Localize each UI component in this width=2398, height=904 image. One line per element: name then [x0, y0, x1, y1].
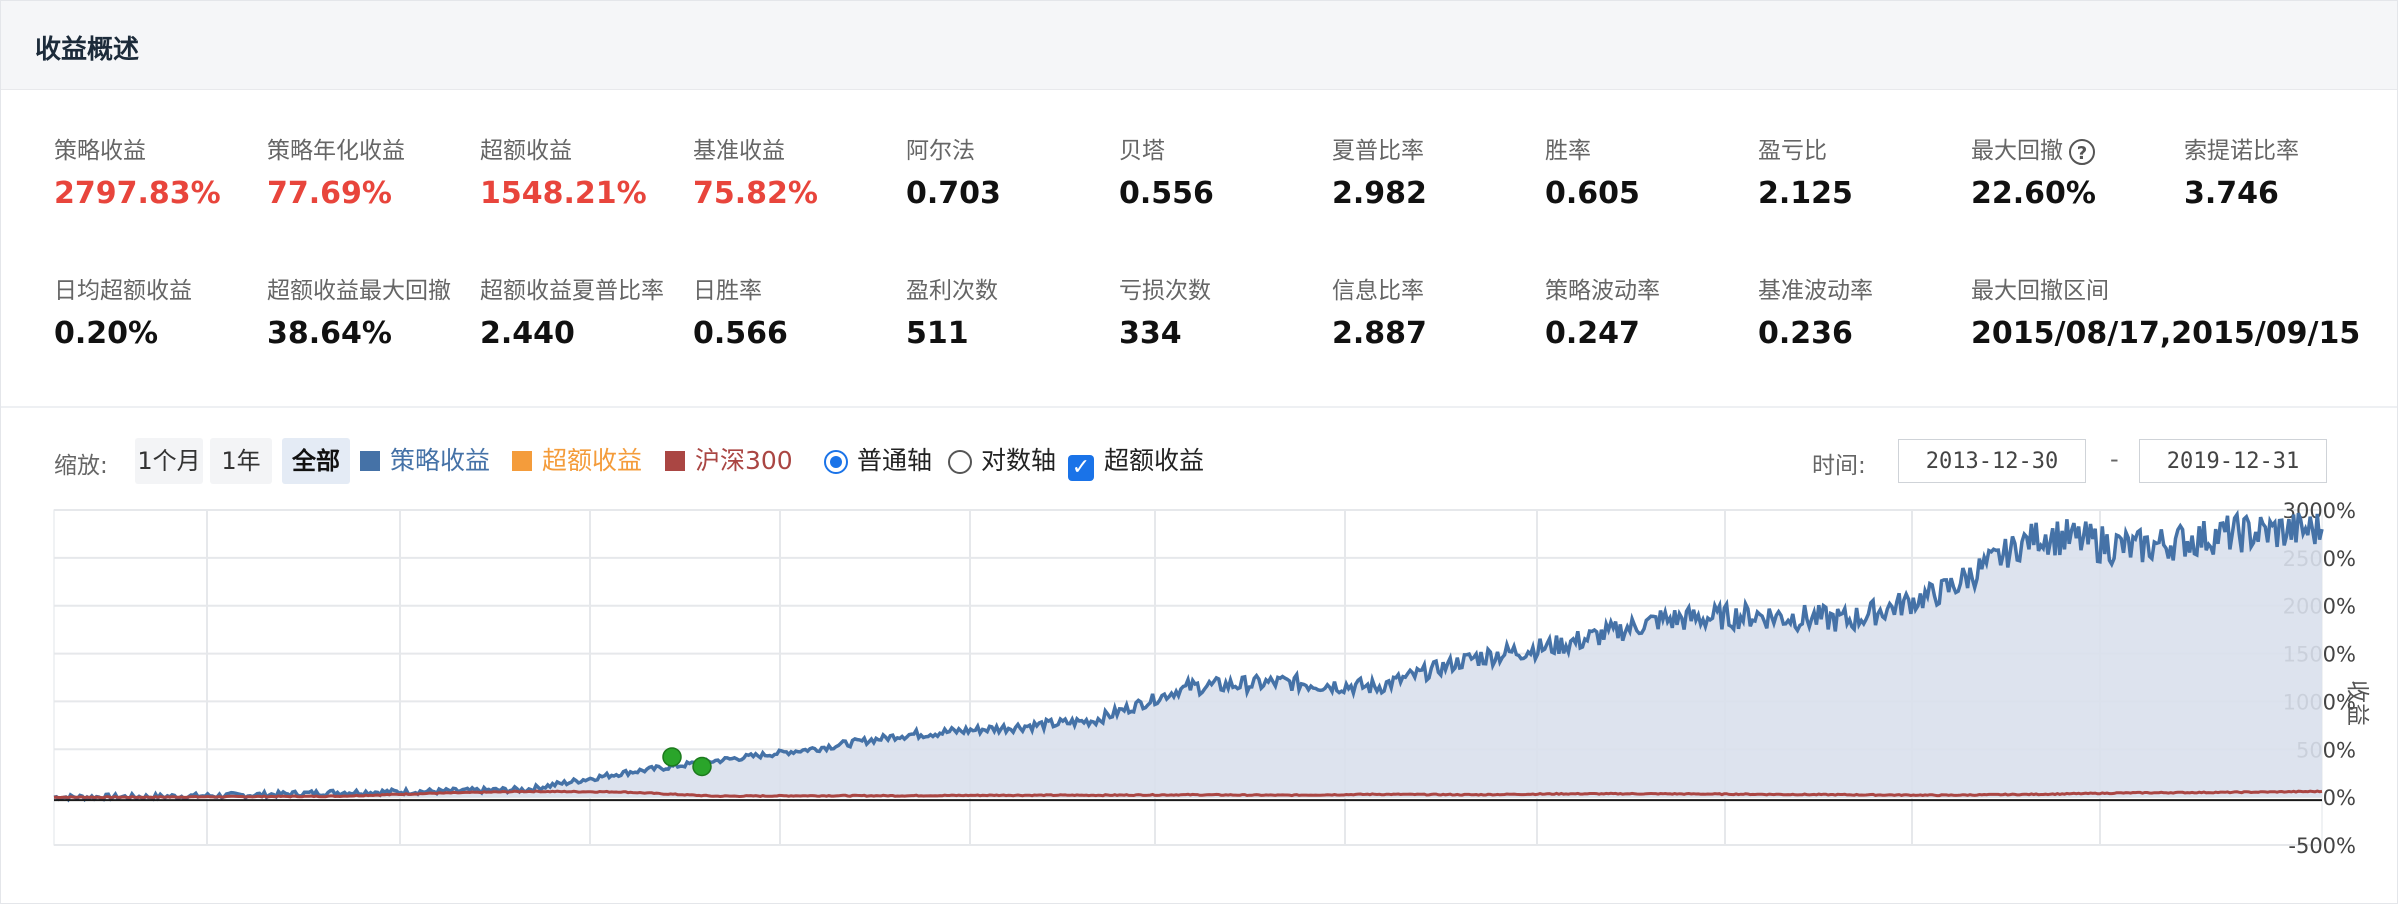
checkbox-check-icon: ✓	[1068, 455, 1094, 481]
metric-label-text: 夏普比率	[1332, 138, 1424, 164]
zoom-label: 缩放:	[54, 453, 108, 479]
zoom-1year-button[interactable]: 1年	[210, 438, 272, 484]
metric-value: 0.703	[906, 176, 1001, 211]
metric-label-text: 基准收益	[693, 138, 785, 164]
metric-label: 策略年化收益	[267, 131, 405, 165]
metric-label-text: 超额收益	[480, 138, 572, 164]
metric-label-text: 最大回撤区间	[1971, 278, 2109, 304]
metric-value: 0.556	[1119, 176, 1214, 211]
metric-label-text: 亏损次数	[1119, 278, 1211, 304]
metric-value: 0.20%	[54, 316, 159, 351]
metric-label: 策略波动率	[1545, 271, 1660, 305]
y-tick-label: -500%	[2288, 834, 2356, 858]
radio-log-circle	[948, 450, 972, 474]
radio-log-axis[interactable]: 对数轴	[948, 444, 1056, 478]
metric-label-text: 信息比率	[1332, 278, 1424, 304]
zoom-1month-button[interactable]: 1个月	[135, 438, 203, 484]
metric-value: 38.64%	[267, 316, 392, 351]
radio-log-label: 对数轴	[981, 446, 1057, 475]
metric-value: 0.566	[693, 316, 788, 351]
metric-label: 日均超额收益	[54, 271, 192, 305]
radio-linear-axis[interactable]: 普通轴	[824, 444, 932, 478]
metric-label: 基准收益	[693, 131, 785, 165]
metric-label-text: 最大回撤	[1971, 138, 2063, 164]
metric-label-text: 胜率	[1545, 138, 1591, 164]
y-axis-label: 收益	[2344, 680, 2370, 726]
metric-value: 2.982	[1332, 176, 1427, 211]
metric-label: 胜率	[1545, 131, 1591, 165]
question-circle-icon[interactable]: ?	[2069, 138, 2095, 165]
metric-value: 0.236	[1758, 316, 1853, 351]
legend-swatch-excess	[512, 451, 532, 471]
metric-label-text: 日胜率	[693, 278, 762, 304]
trade-marker[interactable]	[662, 747, 682, 767]
metric-label: 阿尔法	[906, 131, 975, 165]
metric-label: 最大回撤?	[1971, 131, 2095, 165]
metric-value: 0.605	[1545, 176, 1640, 211]
metric-value: 77.69%	[267, 176, 392, 211]
metric-label-text: 策略收益	[54, 138, 146, 164]
metric-label: 夏普比率	[1332, 131, 1424, 165]
metric-label-text: 策略波动率	[1545, 278, 1660, 304]
metric-label: 策略收益	[54, 131, 146, 165]
legend-excess[interactable]: 超额收益	[512, 444, 642, 478]
metric-label-text: 阿尔法	[906, 138, 975, 164]
legend-label-excess: 超额收益	[542, 446, 643, 475]
metric-label: 日胜率	[693, 271, 762, 305]
metric-value: 1548.21%	[480, 176, 647, 211]
end-date-input[interactable]: 2019-12-31	[2139, 439, 2327, 483]
metric-value: 334	[1119, 316, 1182, 351]
metric-value: 0.247	[1545, 316, 1640, 351]
time-label: 时间:	[1812, 453, 1866, 479]
start-date-input[interactable]: 2013-12-30	[1898, 439, 2086, 483]
metric-label-text: 索提诺比率	[2184, 138, 2299, 164]
legend-label-hs300: 沪深300	[695, 446, 793, 475]
metric-label: 超额收益	[480, 131, 572, 165]
legend-strategy[interactable]: 策略收益	[360, 444, 490, 478]
metric-label-text: 策略年化收益	[267, 138, 405, 164]
y-tick-label: 0%	[2323, 786, 2356, 810]
radio-linear-label: 普通轴	[857, 446, 933, 475]
metric-label: 最大回撤区间	[1971, 271, 2109, 305]
metric-value: 75.82%	[693, 176, 818, 211]
metric-label-text: 超额收益夏普比率	[480, 278, 664, 304]
panel-header: 收益概述	[1, 1, 2397, 90]
trade-marker[interactable]	[692, 756, 712, 777]
date-separator: -	[2110, 445, 2119, 473]
section-divider	[1, 406, 2397, 408]
metric-value: 2015/08/17,2015/09/15	[1971, 316, 2361, 351]
metric-value: 2.125	[1758, 176, 1853, 211]
radio-linear-circle	[824, 450, 848, 474]
panel-title: 收益概述	[35, 35, 140, 65]
zoom-all-button[interactable]: 全部	[282, 438, 350, 484]
metric-label-text: 基准波动率	[1758, 278, 1873, 304]
legend-hs300[interactable]: 沪深300	[665, 444, 793, 478]
return-chart[interactable]: 3000%2500%2000%1500%1000%500%0%-500%收益	[0, 500, 2398, 870]
metric-value: 511	[906, 316, 969, 351]
metric-label: 基准波动率	[1758, 271, 1873, 305]
metric-label-text: 超额收益最大回撤	[267, 278, 451, 304]
metric-value: 22.60%	[1971, 176, 2096, 211]
metric-value: 2.440	[480, 316, 575, 351]
metric-label: 信息比率	[1332, 271, 1424, 305]
excess-return-checkbox[interactable]: ✓ 超额收益	[1068, 444, 1205, 481]
metric-label: 盈亏比	[1758, 131, 1827, 165]
metric-label-text: 盈亏比	[1758, 138, 1827, 164]
metric-label-text: 盈利次数	[906, 278, 998, 304]
metric-label: 盈利次数	[906, 271, 998, 305]
legend-swatch-strategy	[360, 451, 380, 471]
metric-label: 超额收益夏普比率	[480, 271, 664, 305]
metric-label: 超额收益最大回撤	[267, 271, 451, 305]
metric-value: 2.887	[1332, 316, 1427, 351]
metric-label-text: 贝塔	[1119, 138, 1165, 164]
metric-label: 贝塔	[1119, 131, 1165, 165]
legend-swatch-hs300	[665, 451, 685, 471]
metric-value: 3.746	[2184, 176, 2279, 211]
excess-checkbox-label: 超额收益	[1104, 446, 1205, 475]
metric-label-text: 日均超额收益	[54, 278, 192, 304]
metric-label: 索提诺比率	[2184, 131, 2299, 165]
metric-value: 2797.83%	[54, 176, 221, 211]
metric-label: 亏损次数	[1119, 271, 1211, 305]
legend-label-strategy: 策略收益	[390, 446, 491, 475]
